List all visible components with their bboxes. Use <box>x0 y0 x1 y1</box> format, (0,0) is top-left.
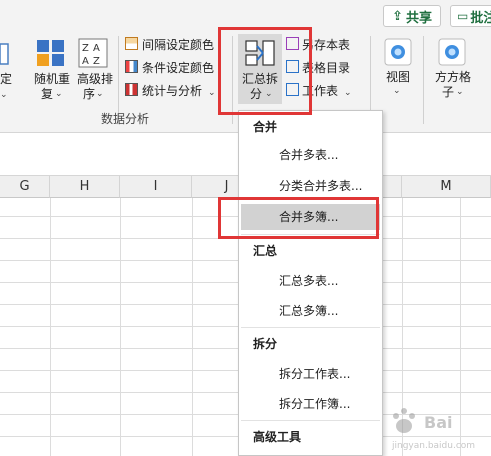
menu-item-merge-sheets[interactable]: 合并多表... <box>241 142 380 168</box>
baidu-watermark-logo: Bai jingyan.baidu.com <box>391 408 475 451</box>
menu-section-summary: 汇总 <box>253 244 278 258</box>
separator <box>423 36 424 124</box>
condition-grid-icon <box>125 60 138 73</box>
grid-line <box>192 198 193 456</box>
grid-helper-icon <box>438 38 466 66</box>
chevron-down-icon: ⌄ <box>0 90 8 100</box>
chevron-down-icon: ⌄ <box>393 86 401 96</box>
svg-text:Bai: Bai <box>424 413 452 432</box>
menu-item-split-sheet[interactable]: 拆分工作表... <box>241 361 380 387</box>
menu-item-split-workbook[interactable]: 拆分工作簿... <box>241 391 380 417</box>
menu-section-advanced-tools: 高级工具 <box>253 430 302 444</box>
grid-color-icon <box>125 37 138 50</box>
summary-split-menu: 合并 合并多表... 分类合并多表... 合并多簿... 汇总 汇总多表... … <box>238 110 383 456</box>
group-label-data-analysis: 数据分析 <box>101 112 150 126</box>
svg-text:A: A <box>93 43 100 54</box>
chevron-down-icon: ⌄ <box>208 88 216 98</box>
column-header-h[interactable]: H <box>50 176 120 198</box>
chevron-down-icon: ⌄ <box>55 89 63 99</box>
column-header-g[interactable]: G <box>0 176 50 198</box>
stats-analysis-label: 统计与分析 <box>142 84 203 98</box>
menu-item-summarize-workbooks[interactable]: 汇总多簿... <box>241 298 380 324</box>
annotation-box-merge-workbooks <box>218 197 379 239</box>
view-button[interactable]: 视图 ⌄ <box>380 38 416 102</box>
chevron-down-icon: ⌄ <box>344 88 352 98</box>
chevron-down-icon: ⌄ <box>96 89 104 99</box>
grid-line <box>120 198 121 456</box>
grid-helper-button[interactable]: 方方格 子 ⌄ <box>430 38 476 102</box>
menu-divider <box>241 327 380 328</box>
condition-color-label: 条件设定颜色 <box>142 61 215 75</box>
grid-helper-label: 方方格 <box>434 70 471 84</box>
partial-tool-label: 定 <box>0 72 13 86</box>
menu-item-summarize-sheets[interactable]: 汇总多表... <box>241 268 380 294</box>
partial-tool-icon[interactable] <box>0 40 10 68</box>
view-label: 视图 <box>385 70 410 84</box>
svg-text:jingyan.baidu.com: jingyan.baidu.com <box>391 441 475 451</box>
svg-text:Z: Z <box>82 43 89 54</box>
random-repeat-icon <box>37 40 64 66</box>
column-header-i[interactable]: I <box>120 176 192 198</box>
comment-icon: ▭ <box>457 9 469 23</box>
stats-chart-icon <box>125 83 138 96</box>
menu-section-split: 拆分 <box>253 337 278 351</box>
menu-divider <box>241 420 380 421</box>
comment-label: 批注 <box>470 10 491 26</box>
random-repeat-label: 随机重 <box>33 72 70 86</box>
interval-color-button[interactable]: 间隔设定颜色 <box>125 37 214 53</box>
menu-section-merge: 合并 <box>253 120 278 134</box>
svg-text:A: A <box>82 56 89 67</box>
condition-color-button[interactable]: 条件设定颜色 <box>125 60 214 76</box>
share-button[interactable]: ⇪ 共享 <box>383 5 441 27</box>
menu-item-category-merge[interactable]: 分类合并多表... <box>241 173 380 199</box>
share-icon: ⇪ <box>392 8 403 24</box>
grid-line <box>50 198 51 456</box>
svg-text:Z: Z <box>93 56 100 67</box>
grid-helper-label-2: 子 <box>441 85 454 99</box>
chevron-down-icon: ⌄ <box>456 87 464 97</box>
share-label: 共享 <box>405 10 432 26</box>
annotation-box-summary-split <box>218 27 312 115</box>
column-header-m[interactable]: M <box>402 176 491 198</box>
sort-az-icon: Z A A Z <box>78 38 108 68</box>
comment-button[interactable]: ▭ 批注 <box>450 5 491 27</box>
view-icon <box>384 38 412 66</box>
advanced-sort-label: 高级排 <box>76 72 113 86</box>
stats-analysis-button[interactable]: 统计与分析 ⌄ <box>125 83 216 101</box>
interval-color-label: 间隔设定颜色 <box>142 38 215 52</box>
